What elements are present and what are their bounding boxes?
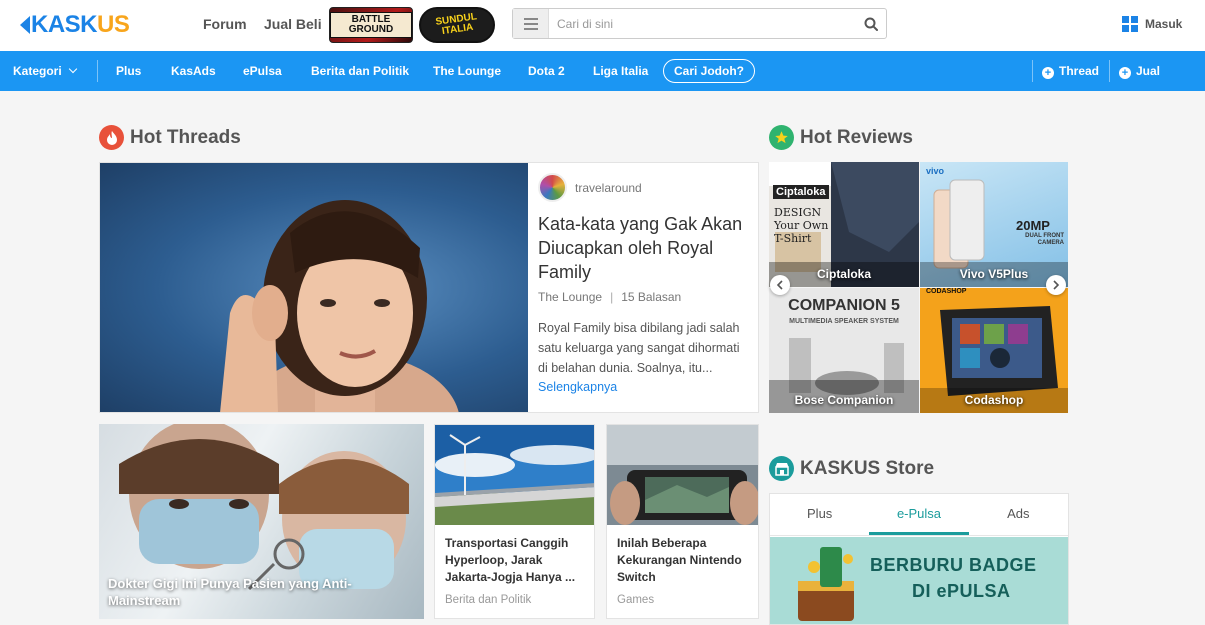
sundul-italia-promo[interactable]: SUNDUL ITALIA (419, 7, 495, 43)
thread-author[interactable]: travelaround (538, 173, 750, 202)
thread-meta: The Lounge | 15 Balasan (538, 290, 682, 304)
thread-card-image (607, 425, 758, 525)
store-tabs: Plus e-Pulsa Ads (770, 494, 1068, 536)
kaskus-store-panel: Plus e-Pulsa Ads BERBURU BADGE DI ePULSA (769, 493, 1069, 625)
chevron-left-icon (776, 280, 783, 290)
tab-plus[interactable]: Plus (770, 494, 869, 535)
kategori-dropdown[interactable]: Kategori (13, 64, 77, 78)
thread-card-title: Inilah Beberapa Kekurangan Nintendo Swit… (617, 536, 742, 584)
review-caption: Codashop (964, 393, 1024, 407)
plus-icon: + (1119, 67, 1131, 79)
search-bar (512, 8, 887, 39)
create-jual-button[interactable]: + Jual (1119, 64, 1160, 79)
search-input[interactable] (549, 10, 856, 37)
search-icon[interactable] (856, 9, 886, 38)
banner-line-2: DI ePULSA (912, 581, 1011, 601)
epulsa-banner[interactable]: BERBURU BADGE DI ePULSA (770, 537, 1068, 624)
thread-card-hyperloop[interactable]: Transportasi Canggih Hyperloop, Jarak Ja… (434, 424, 595, 619)
top-header: KASK US Forum Jual Beli BATTLE GROUND SUN… (0, 0, 1205, 51)
create-thread-button[interactable]: + Thread (1042, 64, 1099, 79)
chevron-right-icon (1053, 280, 1060, 290)
nav-divider (97, 60, 98, 82)
featured-thread-title[interactable]: Kata-kata yang Gak Akan Diucapkan oleh R… (538, 212, 750, 284)
review-tagline: 20MP (1016, 218, 1050, 233)
thread-excerpt: Royal Family bisa dibilang jadi salah sa… (538, 321, 740, 375)
thread-card-nintendo[interactable]: Inilah Beberapa Kekurangan Nintendo Swit… (606, 424, 759, 619)
carousel-prev-button[interactable] (770, 275, 790, 295)
thread-card-title: Dokter Gigi Ini Punya Pasien yang Anti-M… (108, 576, 352, 608)
review-caption: Ciptaloka (816, 267, 871, 281)
chevron-down-icon (68, 64, 77, 74)
avatar (538, 173, 567, 202)
star-icon (769, 125, 794, 150)
carousel-next-button[interactable] (1046, 275, 1066, 295)
review-ciptaloka[interactable]: Ciptaloka DESIGN Your Own T-Shirt Ciptal… (769, 162, 919, 287)
featured-thread-body: travelaround Kata-kata yang Gak Akan Diu… (538, 173, 750, 394)
login-label: Masuk (1145, 17, 1183, 31)
tab-ads[interactable]: Ads (969, 494, 1068, 535)
author-name: travelaround (575, 180, 642, 195)
jual-beli-link[interactable]: Jual Beli (264, 16, 322, 32)
nav-item-kasads[interactable]: KasAds (171, 64, 216, 78)
cari-jodoh-button[interactable]: Cari Jodoh? (663, 59, 756, 83)
nav-item-liga-italia[interactable]: Liga Italia (593, 64, 648, 78)
kaskus-logo[interactable]: KASK US (20, 11, 130, 38)
nav-item-berita-politik[interactable]: Berita dan Politik (311, 64, 409, 78)
review-subline: MULTIMEDIA SPEAKER SYSTEM (789, 318, 899, 325)
hamburger-icon[interactable] (513, 9, 549, 38)
thread-card-title: Transportasi Canggih Hyperloop, Jarak Ja… (445, 536, 576, 584)
thread-card-dentist[interactable]: Dokter Gigi Ini Punya Pasien yang Anti-M… (99, 424, 424, 619)
forum-link[interactable]: Forum (203, 16, 247, 32)
read-more-link[interactable]: Selengkapnya (538, 380, 750, 394)
thread-replies: 15 Balasan (621, 290, 682, 304)
nav-divider (1032, 60, 1033, 82)
nav-item-dota2[interactable]: Dota 2 (528, 64, 565, 78)
grid-icon (1122, 16, 1138, 32)
thread-category[interactable]: The Lounge (538, 290, 602, 304)
thread-card-category[interactable]: Games (617, 594, 654, 606)
nav-divider (1109, 60, 1110, 82)
nav-item-epulsa[interactable]: ePulsa (243, 64, 282, 78)
review-caption: Bose Companion (794, 393, 894, 407)
review-bose[interactable]: COMPANION 5 MULTIMEDIA SPEAKER SYSTEM Bo… (769, 288, 919, 413)
hot-reviews-heading: Hot Reviews (769, 125, 913, 150)
plus-icon: + (1042, 67, 1054, 79)
review-brand-label: Ciptaloka (773, 185, 829, 199)
fire-icon (99, 125, 124, 150)
logo-arrow-icon (20, 16, 30, 34)
battleground-promo-text: BATTLE GROUND (330, 12, 412, 38)
kaskus-store-heading: KASKUS Store (769, 456, 934, 481)
nav-item-the-lounge[interactable]: The Lounge (433, 64, 501, 78)
featured-thread-image[interactable] (100, 163, 528, 412)
review-subtag: DUAL FRONT CAMERA (1025, 233, 1064, 246)
review-brand-label: vivo (926, 166, 945, 176)
store-icon (769, 456, 794, 481)
tab-epulsa[interactable]: e-Pulsa (869, 494, 969, 535)
featured-thread[interactable]: travelaround Kata-kata yang Gak Akan Diu… (99, 162, 759, 413)
review-codashop[interactable]: CODASHOP Codashop (920, 288, 1068, 413)
category-nav: Kategori Plus KasAds ePulsa Berita dan P… (0, 51, 1205, 91)
review-tagline: DESIGN Your Own T-Shirt (774, 206, 829, 245)
login-button[interactable]: Masuk (1122, 16, 1182, 32)
review-brand-label: CODASHOP (926, 288, 967, 295)
review-headline: COMPANION 5 (788, 297, 900, 314)
sundul-italia-promo-text: SUNDUL ITALIA (434, 11, 478, 38)
thread-card-image (435, 425, 594, 525)
nav-item-plus[interactable]: Plus (116, 64, 141, 78)
battleground-promo[interactable]: BATTLE GROUND (329, 7, 413, 43)
review-vivo[interactable]: vivo 20MP DUAL FRONT CAMERA Vivo V5Plus (920, 162, 1068, 287)
banner-line-1: BERBURU BADGE (870, 555, 1037, 575)
thread-card-category[interactable]: Berita dan Politik (445, 594, 531, 606)
hot-threads-heading: Hot Threads (99, 125, 241, 150)
